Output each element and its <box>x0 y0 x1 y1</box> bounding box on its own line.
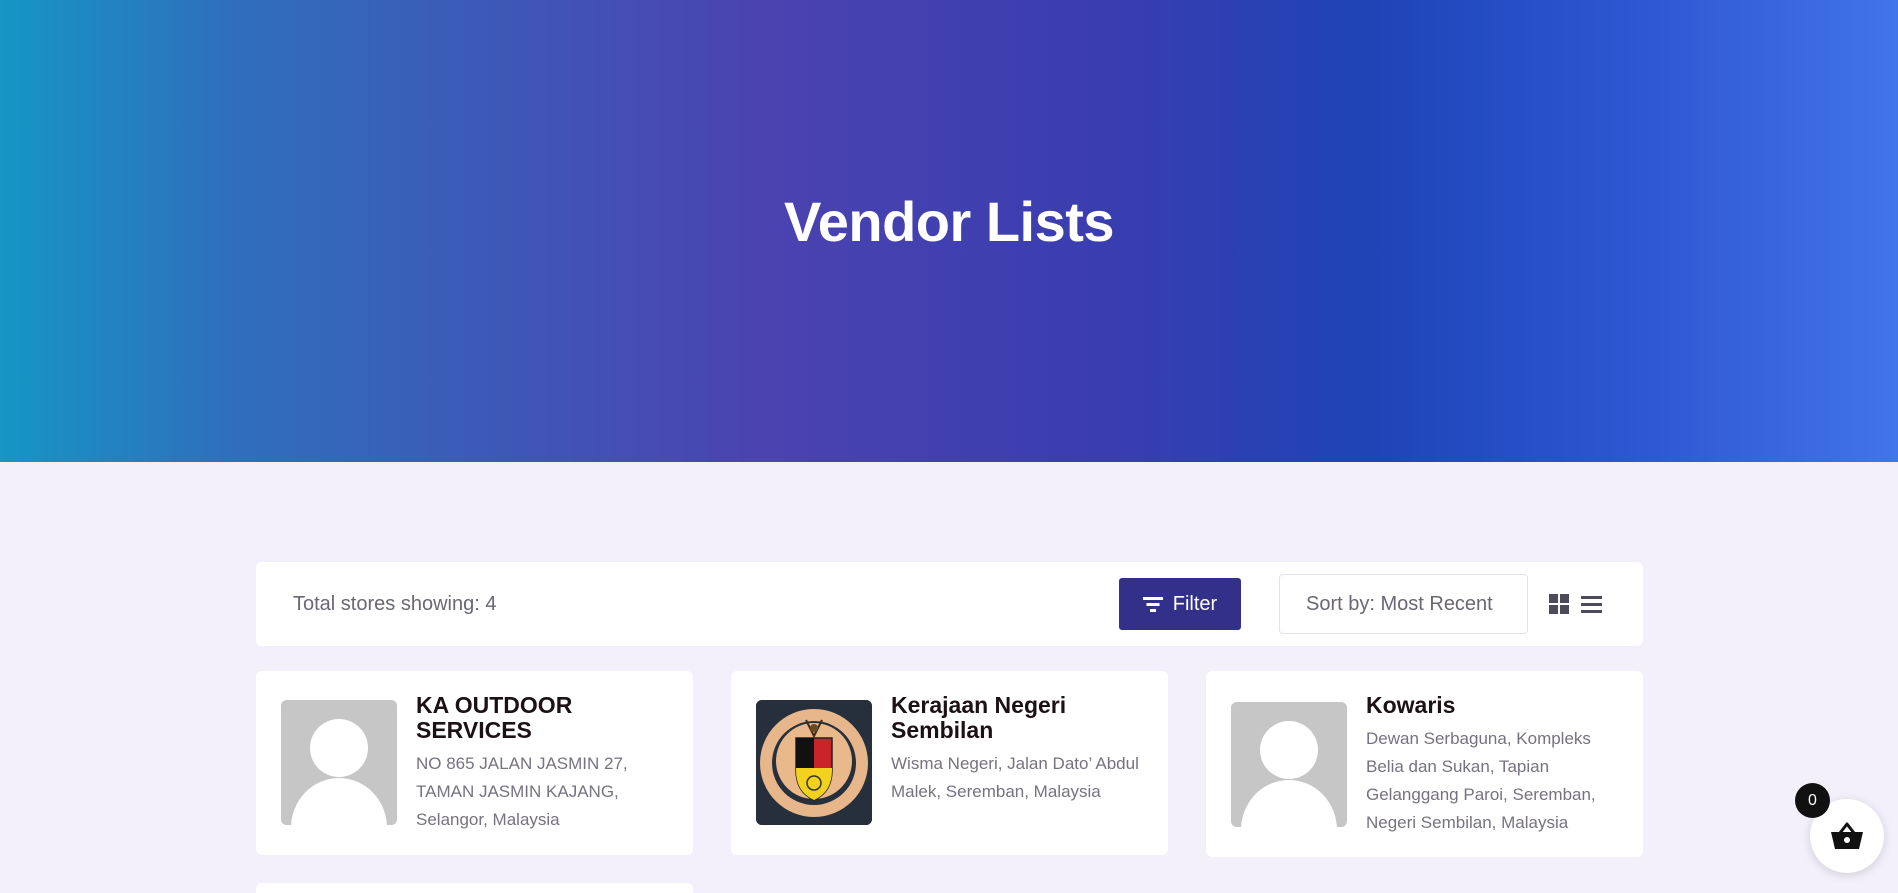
store-card[interactable]: Kowaris Dewan Serbaguna, Kompleks Belia … <box>1206 671 1643 857</box>
filter-button[interactable]: Filter <box>1119 578 1241 630</box>
basket-icon <box>1831 822 1863 849</box>
store-name[interactable]: Kowaris <box>1366 693 1616 718</box>
default-avatar-icon <box>281 700 397 825</box>
list-view-icon[interactable] <box>1581 596 1602 613</box>
store-card[interactable]: Kerajaan Negeri Sembilan Wisma Negeri, J… <box>731 671 1168 855</box>
grid-view-icon[interactable] <box>1549 594 1570 615</box>
store-card[interactable] <box>256 883 693 893</box>
filter-icon <box>1142 597 1163 612</box>
page-hero: Vendor Lists <box>0 0 1898 462</box>
store-toolbar: Total stores showing: 4 Filter Sort by: … <box>256 562 1643 646</box>
store-address: Dewan Serbaguna, Kompleks Belia dan Suka… <box>1366 729 1596 832</box>
state-crest-icon <box>756 700 872 825</box>
sort-select[interactable]: Sort by: Most Recent <box>1279 574 1528 634</box>
cart-count-badge: 0 <box>1795 783 1830 818</box>
store-name[interactable]: Kerajaan Negeri Sembilan <box>891 693 1141 743</box>
total-stores-label: Total stores showing: 4 <box>293 593 497 615</box>
store-address: NO 865 JALAN JASMIN 27, TAMAN JASMIN KAJ… <box>416 754 628 829</box>
store-name[interactable]: KA OUTDOOR SERVICES <box>416 693 666 743</box>
page-title: Vendor Lists <box>783 189 1115 253</box>
store-address: Wisma Negeri, Jalan Dato’ Abdul Malek, S… <box>891 754 1139 801</box>
default-avatar-icon <box>1231 702 1347 827</box>
store-card[interactable]: KA OUTDOOR SERVICES NO 865 JALAN JASMIN … <box>256 671 693 855</box>
filter-button-label: Filter <box>1172 592 1218 615</box>
